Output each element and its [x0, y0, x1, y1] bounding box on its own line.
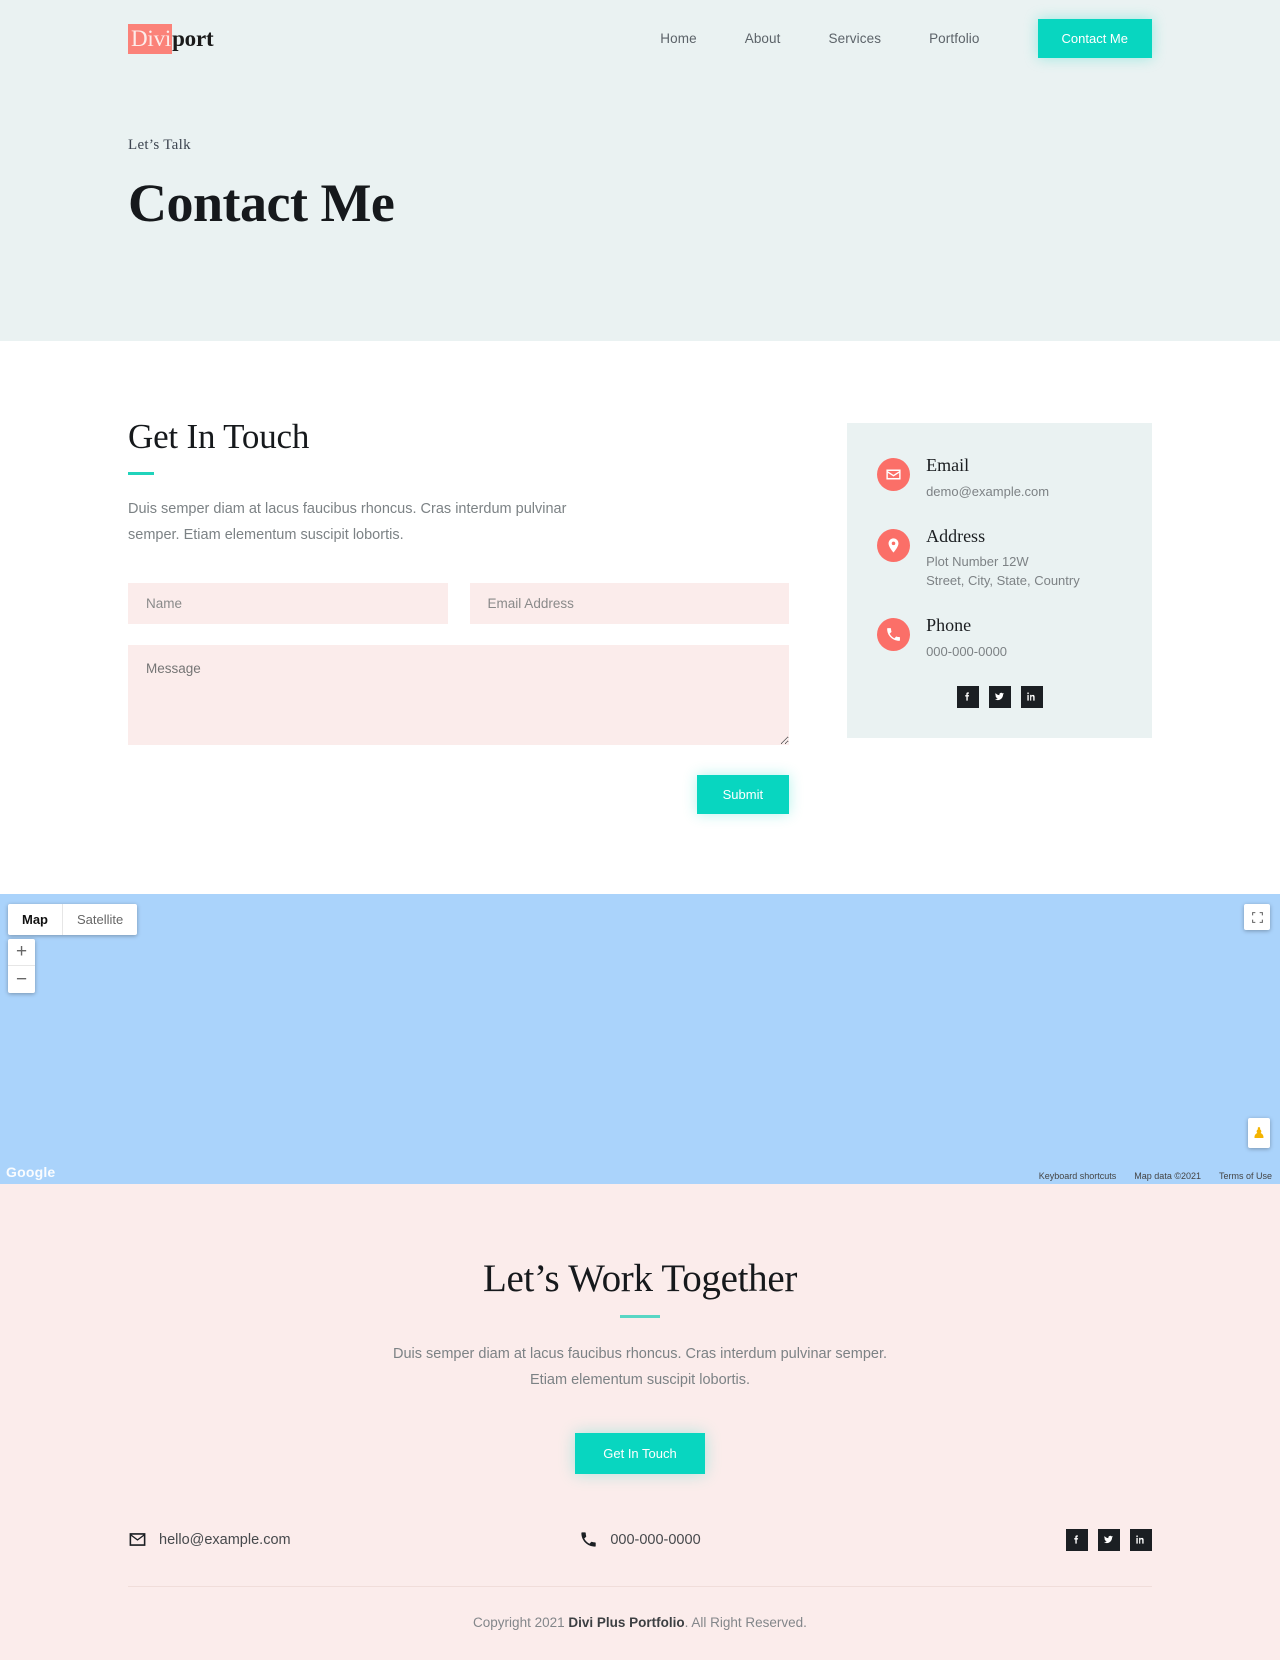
main-navigation: Home About Services Portfolio Contact Me [636, 19, 1152, 58]
nav-item-home[interactable]: Home [636, 31, 720, 46]
google-map[interactable]: Map Satellite + − ♟ Google Keyboard shor… [0, 894, 1280, 1185]
hero-eyebrow: Let’s Talk [128, 137, 191, 153]
name-input[interactable] [128, 583, 448, 625]
contact-section: Get In Touch Duis semper diam at lacus f… [0, 341, 1280, 895]
map-type-satellite[interactable]: Satellite [63, 904, 137, 935]
google-watermark: Google [6, 1164, 56, 1181]
contact-info-email: Email demo@example.com [877, 455, 1122, 501]
nav-item-about[interactable]: About [721, 31, 805, 46]
email-input[interactable] [469, 583, 790, 625]
map-legal-bar: Keyboard shortcuts Map data ©2021 Terms … [1031, 1169, 1280, 1184]
cta-title: Let’s Work Together [482, 1257, 798, 1301]
site-header: Diviport Home About Services Portfolio C… [0, 0, 1280, 77]
get-in-touch-button[interactable]: Get In Touch [575, 1432, 705, 1474]
pegman-street-view-icon[interactable]: ♟ [1248, 1118, 1270, 1149]
footer-contact-row: hello@example.com 000-000-0000 [0, 1473, 1280, 1551]
copyright-suffix: . All Right Reserved. [684, 1614, 807, 1630]
contact-description: Duis semper diam at lacus faucibus rhonc… [128, 501, 567, 543]
contact-info-phone: Phone 000-000-0000 [877, 615, 1122, 661]
linkedin-icon[interactable] [1020, 685, 1043, 708]
contact-info-card: Email demo@example.com Address Plot Numb… [847, 423, 1152, 738]
map-type-map[interactable]: Map [8, 904, 63, 936]
map-pin-icon [877, 528, 911, 562]
zoom-in-button[interactable]: + [8, 939, 35, 967]
message-textarea[interactable] [128, 645, 790, 746]
facebook-icon[interactable] [956, 685, 979, 708]
nav-item-portfolio[interactable]: Portfolio [905, 31, 1003, 46]
map-terms-of-use-link[interactable]: Terms of Use [1219, 1171, 1272, 1181]
footer-bottom: Copyright 2021 Divi Plus Portfolio. All … [0, 1550, 1280, 1660]
logo-rest: port [172, 25, 214, 51]
cta-text-line-2: Etiam elementum suscipit lobortis. [530, 1371, 750, 1388]
copyright-prefix: Copyright 2021 [473, 1614, 569, 1630]
copyright: Copyright 2021 Divi Plus Portfolio. All … [128, 1585, 1152, 1630]
accent-underline [128, 472, 154, 476]
page-title: Contact Me [128, 173, 395, 233]
copyright-brand[interactable]: Divi Plus Portfolio [568, 1615, 684, 1630]
cta-accent-underline [620, 1315, 660, 1319]
logo-mark: Divi [128, 23, 173, 54]
contact-info-email-label: Email [926, 455, 970, 476]
nav-item-services[interactable]: Services [805, 31, 906, 46]
section-title-get-in-touch: Get In Touch [128, 417, 310, 457]
envelope-icon [877, 458, 911, 492]
map-data-attribution: Map data ©2021 [1134, 1171, 1201, 1182]
zoom-out-button[interactable]: − [8, 966, 35, 993]
contact-info-address-value: Plot Number 12W Street, City, State, Cou… [926, 554, 1080, 589]
map-zoom-controls: + − [8, 939, 35, 994]
submit-button[interactable]: Submit [696, 775, 790, 815]
contact-info-address-label: Address [926, 525, 986, 546]
phone-icon [877, 618, 911, 652]
contact-form-column: Get In Touch Duis semper diam at lacus f… [128, 416, 790, 815]
site-logo[interactable]: Diviport [128, 23, 214, 54]
contact-info-email-value[interactable]: demo@example.com [926, 483, 1049, 502]
twitter-icon[interactable] [988, 685, 1011, 708]
contact-info-phone-value[interactable]: 000-000-0000 [926, 643, 1007, 662]
form-field-row [128, 583, 790, 625]
map-type-toggle: Map Satellite [8, 904, 138, 936]
contact-info-address: Address Plot Number 12W Street, City, St… [877, 526, 1122, 591]
cta-text-line-1: Duis semper diam at lacus faucibus rhonc… [392, 1346, 888, 1363]
cta-section: Let’s Work Together Duis semper diam at … [0, 1184, 1280, 1474]
nav-contact-me-button[interactable]: Contact Me [1037, 19, 1152, 58]
map-keyboard-shortcuts-link[interactable]: Keyboard shortcuts [1039, 1171, 1117, 1181]
card-social-links [877, 685, 1122, 708]
submit-row: Submit [128, 775, 790, 815]
fullscreen-icon[interactable] [1244, 904, 1270, 931]
hero-section: Let’s Talk Contact Me [0, 77, 1280, 342]
contact-info-phone-label: Phone [926, 615, 972, 636]
